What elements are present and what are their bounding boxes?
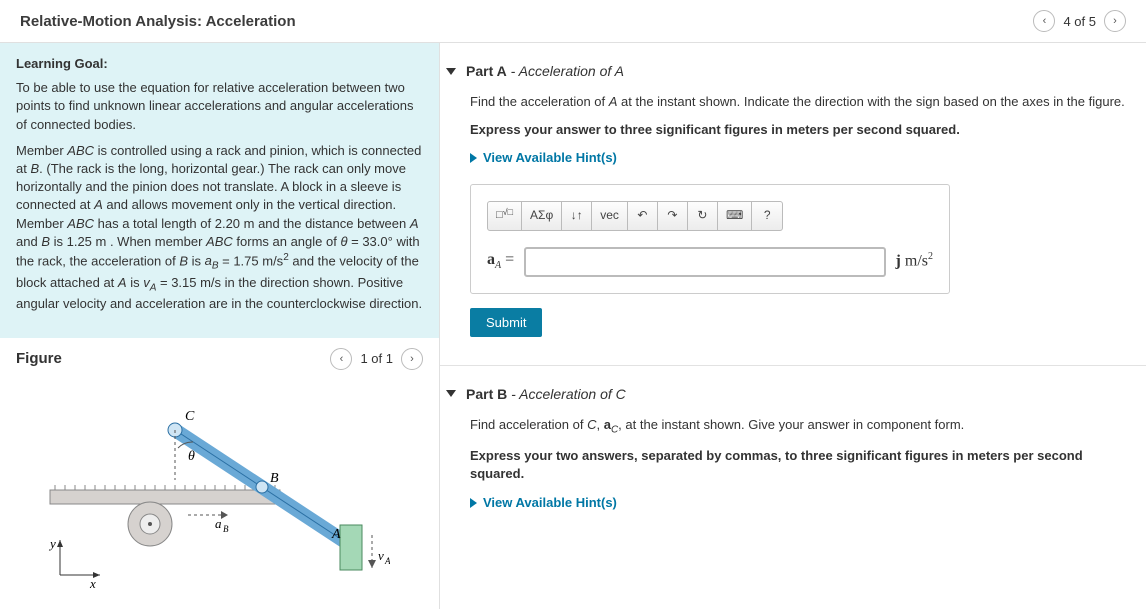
question-pager: ‹ 4 of 5 › [1033, 10, 1126, 32]
part-a-units: j m/s2 [896, 250, 933, 273]
tool-subsup[interactable]: ↓↑ [562, 202, 592, 230]
part-a-prompt: Find the acceleration of A at the instan… [470, 93, 1126, 111]
tool-vector[interactable]: vec [592, 202, 628, 230]
prev-question-button[interactable]: ‹ [1033, 10, 1055, 32]
part-a-submit-button[interactable]: Submit [470, 308, 542, 337]
part-b-prompt: Find acceleration of C, aC, at the insta… [470, 416, 1126, 438]
learning-goal-p2: Member ABC is controlled using a rack an… [16, 142, 423, 314]
figure-pager-label: 1 of 1 [360, 351, 393, 366]
figure-diagram: C θ B A aB vA x y [0, 380, 439, 603]
part-a-hints-link[interactable]: View Available Hint(s) [470, 149, 1126, 167]
svg-text:B: B [223, 524, 229, 534]
svg-text:A: A [331, 527, 341, 542]
tool-greek[interactable]: ΑΣφ [522, 202, 562, 230]
chevron-right-icon [470, 153, 477, 163]
figure-prev-button[interactable]: ‹ [330, 348, 352, 370]
svg-text:θ: θ [188, 449, 195, 464]
pager-label: 4 of 5 [1063, 14, 1096, 29]
next-question-button[interactable]: › [1104, 10, 1126, 32]
part-b-instructions: Express your two answers, separated by c… [470, 447, 1126, 483]
tool-templates[interactable]: □√□ [488, 202, 522, 230]
svg-text:v: v [378, 548, 384, 563]
svg-text:C: C [185, 409, 195, 424]
part-b: Part B - Acceleration of C Find accelera… [470, 386, 1126, 512]
svg-text:a: a [215, 516, 222, 531]
figure-next-button[interactable]: › [401, 348, 423, 370]
learning-goal-title: Learning Goal: [16, 55, 423, 73]
tool-keyboard[interactable]: ⌨ [718, 202, 752, 230]
part-b-hints-link[interactable]: View Available Hint(s) [470, 494, 1126, 512]
part-b-title: Part B - Acceleration of C [466, 386, 626, 402]
collapse-part-a-icon[interactable] [446, 68, 456, 75]
part-a-answer-input[interactable] [524, 247, 885, 277]
svg-text:x: x [89, 576, 96, 590]
figure-title: Figure [16, 350, 62, 367]
tool-undo[interactable]: ↶ [628, 202, 658, 230]
tool-redo[interactable]: ↷ [658, 202, 688, 230]
chevron-right-icon [470, 498, 477, 508]
page-title: Relative-Motion Analysis: Acceleration [20, 13, 296, 30]
part-a-instructions: Express your answer to three significant… [470, 121, 1126, 139]
tool-help[interactable]: ? [752, 202, 782, 230]
part-a-lhs: aA = [487, 249, 514, 273]
tool-reset[interactable]: ↻ [688, 202, 718, 230]
equation-toolbar: □√□ ΑΣφ ↓↑ vec ↶ ↷ ↻ ⌨ ? [487, 201, 783, 231]
part-a: Part A - Acceleration of A Find the acce… [470, 63, 1126, 337]
svg-text:B: B [270, 471, 279, 486]
svg-text:A: A [384, 556, 390, 566]
learning-goal-panel: Learning Goal: To be able to use the equ… [0, 43, 439, 338]
svg-text:y: y [48, 536, 56, 551]
part-a-answer-box: □√□ ΑΣφ ↓↑ vec ↶ ↷ ↻ ⌨ ? aA = [470, 184, 950, 294]
learning-goal-p1: To be able to use the equation for relat… [16, 79, 423, 134]
collapse-part-b-icon[interactable] [446, 390, 456, 397]
part-a-title: Part A - Acceleration of A [466, 63, 624, 79]
